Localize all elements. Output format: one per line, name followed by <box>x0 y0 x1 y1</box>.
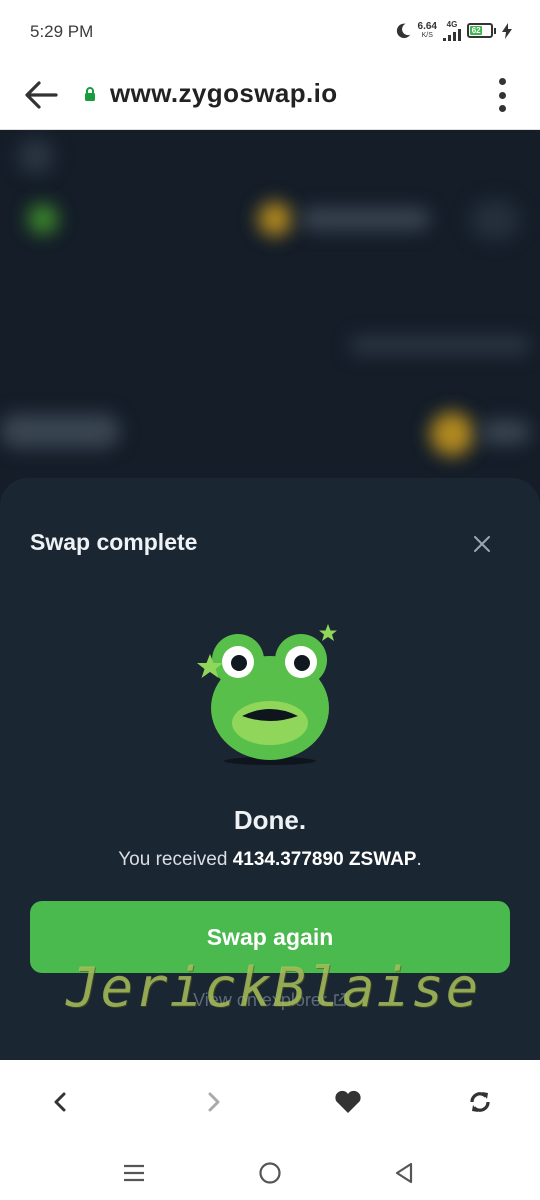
battery-level: 62 <box>470 26 483 35</box>
status-icons: 6.64 K/S 4G 62 <box>394 20 512 41</box>
refresh-icon <box>470 1092 490 1112</box>
received-message: You received 4134.377890 ZSWAP. <box>0 849 540 871</box>
forward-button[interactable] <box>198 1086 230 1118</box>
external-link-icon <box>334 993 347 1006</box>
network-indicator: 4G <box>443 20 461 41</box>
recents-button[interactable] <box>120 1160 148 1186</box>
system-nav-bar <box>0 1140 540 1200</box>
browser-address-bar: www.zygoswap.io <box>0 62 540 130</box>
received-prefix: You received <box>118 849 228 870</box>
browser-toolbar <box>0 1060 540 1140</box>
net-speed-value: 6.64 <box>417 20 437 32</box>
status-bar: 5:29 PM 6.64 K/S 4G 62 <box>0 0 540 62</box>
battery-icon: 62 <box>467 23 496 38</box>
chevron-right-icon <box>208 1092 220 1112</box>
close-icon <box>474 536 490 552</box>
received-suffix: . <box>416 849 422 870</box>
home-button[interactable] <box>256 1160 284 1186</box>
explorer-link-label: View on explorer <box>193 990 327 1010</box>
status-time: 5:29 PM <box>30 22 94 41</box>
favorite-button[interactable] <box>332 1086 364 1118</box>
more-vert-icon[interactable] <box>496 78 508 112</box>
net-speed: 6.64 K/S <box>417 20 437 40</box>
close-button[interactable] <box>468 530 496 558</box>
signal-icon <box>443 29 461 41</box>
arrow-left-icon[interactable] <box>24 80 58 110</box>
menu-lines-icon <box>124 1164 144 1182</box>
back-button[interactable] <box>44 1086 76 1118</box>
modal-title: Swap complete <box>30 529 198 555</box>
network-type: 4G <box>446 20 458 29</box>
swap-again-button[interactable]: Swap again <box>30 901 510 973</box>
url-text[interactable]: www.zygoswap.io <box>110 78 338 109</box>
view-on-explorer-link[interactable]: View on explorer <box>0 990 540 1011</box>
net-speed-unit: K/S <box>421 31 433 39</box>
charging-bolt-icon <box>502 22 512 39</box>
heart-icon <box>335 1090 361 1113</box>
swap-complete-modal: Swap complete Done. You received 4134.37… <box>0 478 540 1060</box>
done-heading: Done. <box>233 805 307 835</box>
lock-icon <box>85 87 95 101</box>
refresh-button[interactable] <box>464 1086 496 1118</box>
chevron-left-icon <box>54 1092 66 1112</box>
moon-icon <box>396 23 410 38</box>
received-amount: 4134.377890 ZSWAP <box>232 849 417 870</box>
frog-mascot-icon <box>197 624 337 765</box>
home-circle-icon <box>259 1162 281 1184</box>
triangle-back-icon <box>395 1162 413 1184</box>
nav-back-button[interactable] <box>390 1160 418 1186</box>
